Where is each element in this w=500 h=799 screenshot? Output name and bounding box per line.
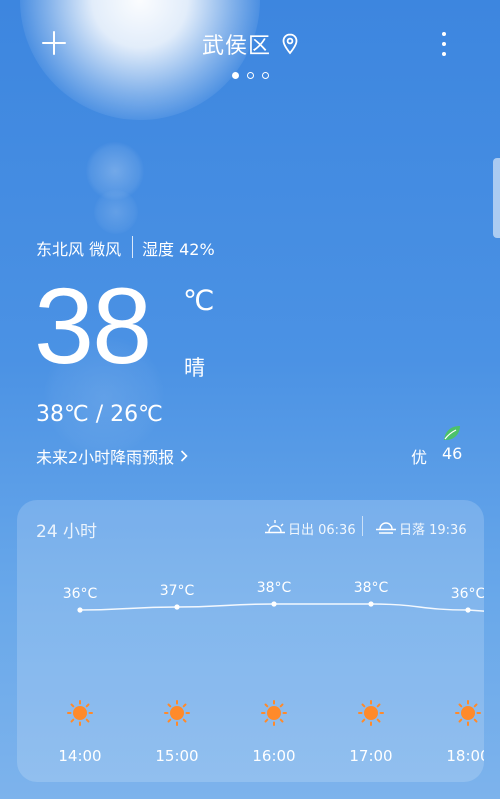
aqi-value[interactable]: 46 xyxy=(442,444,462,463)
temperature-range: 38℃ / 26℃ xyxy=(36,402,163,427)
temperature-label: 38°C xyxy=(257,580,292,596)
divider xyxy=(132,236,133,258)
sun-icon xyxy=(358,700,384,726)
temperature-line xyxy=(79,603,484,612)
temperature-unit: ℃ xyxy=(183,284,215,317)
header-title: 武侯区 xyxy=(0,28,500,60)
sun-icon xyxy=(67,700,93,726)
temperature-point xyxy=(77,607,83,613)
location-pin-icon xyxy=(282,33,298,55)
leaf-icon xyxy=(444,426,460,440)
hourly-temperature-chart: 36°C 14:00 37°C 15:00 38°C 16:00 38°C 17:00 36°C… xyxy=(58,580,484,765)
temperature-point xyxy=(368,601,374,607)
rain-forecast-label: 未来2小时降雨预报 xyxy=(36,448,175,467)
hour-label: 16:00 xyxy=(252,747,295,765)
chevron-right-icon xyxy=(181,450,188,462)
temperature-label: 36°C xyxy=(63,586,98,602)
page-dot xyxy=(246,72,254,79)
current-temperature: 38 xyxy=(34,265,152,386)
sun-icon xyxy=(455,700,481,726)
lens-flare xyxy=(94,190,138,234)
sun-icon xyxy=(164,700,190,726)
page-dot xyxy=(261,72,269,79)
city-name: 武侯区 xyxy=(201,34,271,59)
side-drawer-handle[interactable] xyxy=(493,158,500,238)
hour-label: 17:00 xyxy=(349,747,392,765)
hour-label: 14:00 xyxy=(58,747,101,765)
hour-label: 18:00 xyxy=(446,747,484,765)
humidity-info: 湿度 42% xyxy=(142,240,215,259)
temperature-label: 37°C xyxy=(160,583,195,599)
page-dot-active xyxy=(231,72,239,79)
rain-forecast-link[interactable]: 未来2小时降雨预报 xyxy=(36,444,188,468)
aqi-label[interactable]: 优 xyxy=(411,444,427,468)
sun-glow xyxy=(20,0,260,120)
weather-condition: 晴 xyxy=(184,356,205,380)
wind-info: 东北风 微风 xyxy=(36,240,122,259)
page-indicator xyxy=(0,72,500,79)
temperature-point xyxy=(174,604,180,610)
temperature-label: 38°C xyxy=(354,580,389,596)
hour-label: 15:00 xyxy=(155,747,198,765)
temperature-point xyxy=(465,607,471,613)
more-vertical-icon[interactable] xyxy=(434,30,454,58)
hourly-forecast-card[interactable]: 24 小时 日出 06:36 日落 19:36 36°C 14:00 37°C 15:… xyxy=(17,500,484,782)
temperature-label: 36°C xyxy=(451,586,484,602)
sun-icon xyxy=(261,700,287,726)
temperature-point xyxy=(271,601,277,607)
